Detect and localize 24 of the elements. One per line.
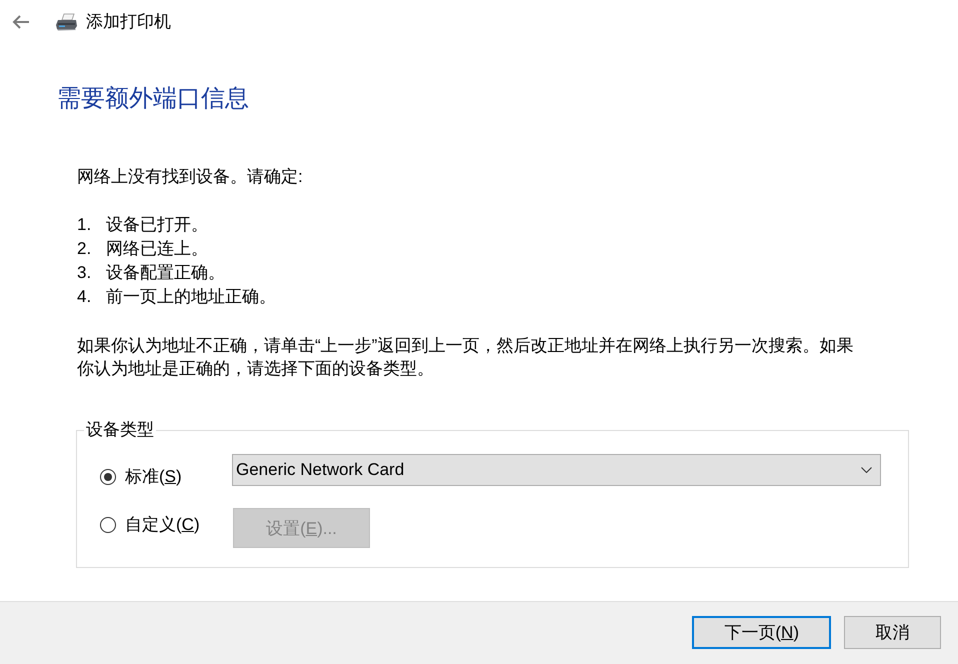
- radio-button[interactable]: [100, 469, 116, 485]
- list-item-text: 设备已打开。: [106, 214, 208, 236]
- group-label: 设备类型: [85, 420, 155, 440]
- intro-text: 网络上没有找到设备。请确定:: [77, 166, 303, 188]
- list-item-text: 前一页上的地址正确。: [106, 286, 276, 308]
- page-heading: 需要额外端口信息: [57, 85, 249, 113]
- radio-option[interactable]: 自定义(C): [100, 513, 232, 537]
- window-title: 添加打印机: [86, 11, 171, 33]
- list-number: 4.: [77, 286, 92, 308]
- instructions-text: 如果你认为地址不正确，请单击“上一步”返回到上一页，然后改正地址并在网络上执行另一次搜索。如果你认为地址是正确的，请选择下面的设备类型。: [77, 335, 854, 380]
- list-item-text: 设备配置正确。: [106, 262, 225, 284]
- list-number: 3.: [77, 262, 92, 284]
- list-number: 2.: [77, 238, 92, 260]
- dropdown[interactable]: Generic Network Card: [232, 454, 881, 486]
- radio-button[interactable]: [100, 517, 116, 533]
- list-item-text: 网络已连上。: [106, 238, 208, 260]
- radio-option[interactable]: 标准(S): [100, 465, 232, 489]
- cancel-button[interactable]: 取消: [844, 616, 941, 649]
- arrow-left-icon: [12, 15, 30, 29]
- back-button[interactable]: [12, 15, 30, 29]
- next-button[interactable]: 下一页(N): [692, 616, 831, 649]
- list-number: 1.: [77, 214, 92, 236]
- printer-icon: [55, 13, 78, 31]
- chevron-down-icon: [861, 467, 872, 473]
